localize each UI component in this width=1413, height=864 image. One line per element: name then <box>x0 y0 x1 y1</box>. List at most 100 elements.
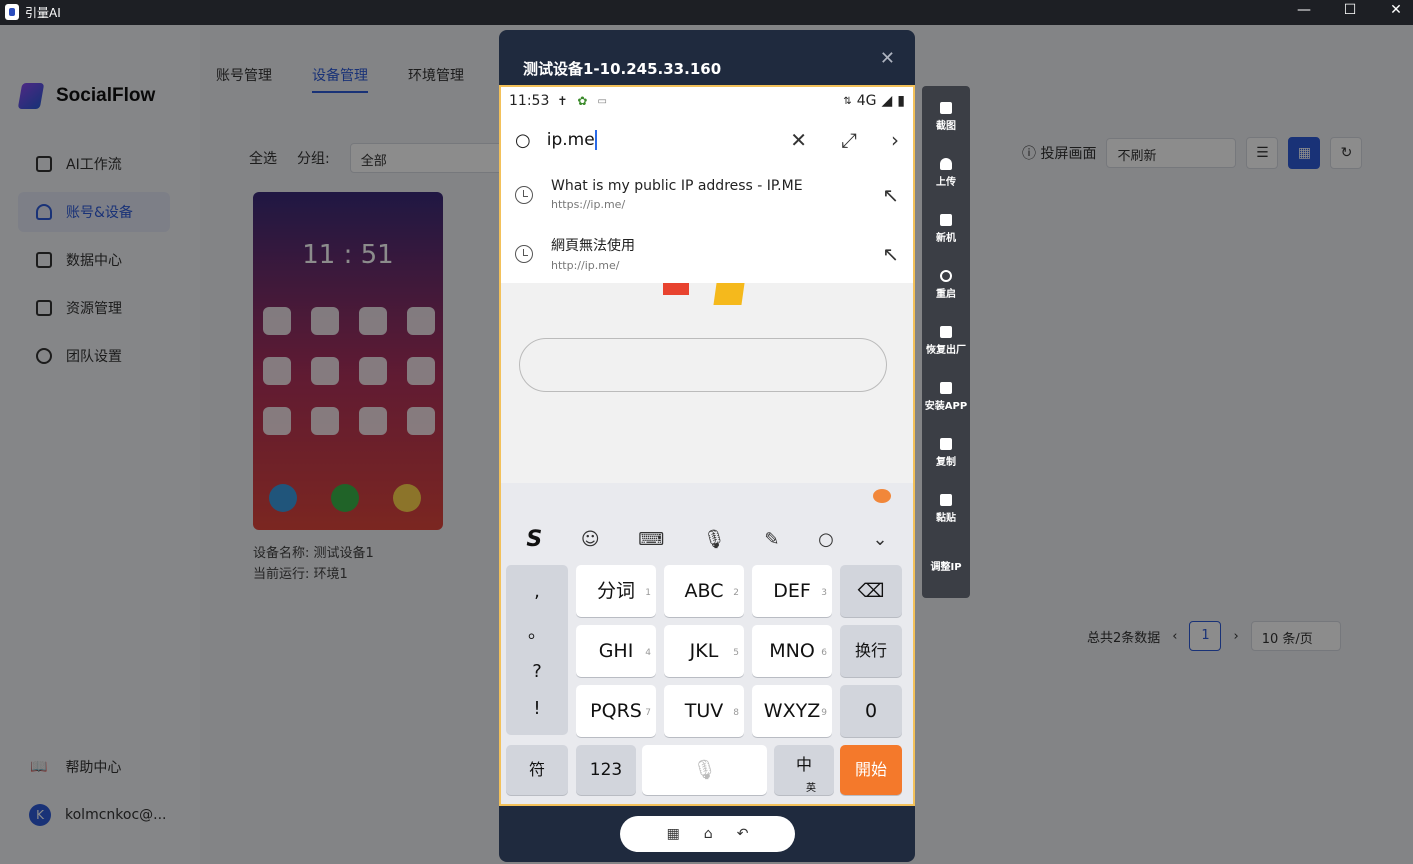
handwriting-icon[interactable]: ✎ <box>764 529 779 550</box>
space-key[interactable]: 🎙 <box>642 745 767 795</box>
factory-reset-button[interactable]: 恢复出厂 <box>922 326 970 356</box>
search-icon[interactable]: ○ <box>818 529 834 550</box>
clear-icon[interactable]: ✕ <box>790 128 807 152</box>
search-icon: ○ <box>515 129 531 151</box>
punct-key[interactable]: ? <box>506 661 568 682</box>
key-label: TUV <box>684 700 724 722</box>
backspace-icon: ⌫ <box>857 580 885 602</box>
signal-icon: ◢ <box>881 93 893 109</box>
phone-time: 11:53 <box>509 93 550 109</box>
battery-icon: ▮ <box>897 93 905 109</box>
key-6[interactable]: MNO 6 <box>752 625 832 677</box>
lang-primary: 中 <box>795 755 812 774</box>
back-icon[interactable]: ↶ <box>737 826 749 842</box>
recent-apps-icon[interactable]: ▦ <box>667 826 680 842</box>
close-icon[interactable]: ✕ <box>880 48 895 69</box>
suggestion-title: What is my public IP address - IP.ME <box>551 178 803 194</box>
suggestion-item[interactable]: 網頁無法使用 http://ip.me/ ↖ <box>501 224 913 283</box>
zero-key[interactable]: 0 <box>840 685 902 737</box>
key-number: 8 <box>733 708 739 718</box>
key-label: DEF <box>773 580 811 602</box>
punct-key[interactable]: , <box>506 581 568 602</box>
tool-label: 调整IP <box>930 562 962 573</box>
key-number: 4 <box>645 648 651 658</box>
key-number: 5 <box>733 648 739 658</box>
suggestion-item[interactable]: What is my public IP address - IP.ME htt… <box>501 165 913 224</box>
upload-button[interactable]: 上传 <box>922 158 970 188</box>
copy-button[interactable]: 复制 <box>922 438 970 468</box>
keyboard-status-icon: ▭ <box>597 95 607 107</box>
lang-secondary: 英 <box>806 783 816 794</box>
adjust-ip-button[interactable]: 调整IP <box>922 558 970 573</box>
android-icon: ✿ <box>577 94 588 108</box>
phone-nav-bar: ▦ ⌂ ↶ <box>620 816 795 852</box>
key-4[interactable]: GHI 4 <box>576 625 656 677</box>
symbols-key[interactable]: 符 <box>506 745 568 795</box>
fill-arrow-icon[interactable]: ↖ <box>882 242 899 266</box>
expand-icon[interactable]: ⤢ <box>841 128 857 152</box>
history-icon <box>515 244 533 263</box>
tool-label: 复制 <box>936 457 956 468</box>
microphone-icon: 🎙 <box>692 759 717 781</box>
key-label: WXYZ <box>763 700 821 722</box>
key-number: 3 <box>821 588 827 598</box>
mascot-icon[interactable] <box>873 489 891 503</box>
power-icon <box>940 270 952 282</box>
phone-screen[interactable]: 11:53 ✝ ✿ ▭ ⇅ 4G ◢ ▮ ○ ip.me ✕ ⤢ › What … <box>499 85 915 806</box>
suggestion-url: https://ip.me/ <box>551 198 626 211</box>
copy-icon <box>940 438 952 450</box>
paste-button[interactable]: 黏贴 <box>922 494 970 524</box>
screenshot-icon <box>940 102 952 114</box>
home-icon[interactable]: ⌂ <box>704 826 713 842</box>
keyboard-layout-icon[interactable]: ⌨ <box>638 529 664 550</box>
key-7[interactable]: PQRS 7 <box>576 685 656 737</box>
accessibility-icon: ✝ <box>557 94 568 108</box>
key-1[interactable]: 分词 1 <box>576 565 656 617</box>
key-2[interactable]: ABC 2 <box>664 565 744 617</box>
new-device-button[interactable]: 新机 <box>922 214 970 244</box>
page-search-box[interactable] <box>519 338 887 392</box>
punctuation-column[interactable]: , 。 ? ! <box>506 565 568 735</box>
search-input[interactable]: ip.me <box>547 130 597 150</box>
key-number: 1 <box>645 588 651 598</box>
text-caret <box>594 130 597 150</box>
modal-title: 测试设备1-10.245.33.160 <box>523 60 722 78</box>
upload-icon <box>940 158 952 170</box>
suggestion-title: 網頁無法使用 <box>551 238 635 254</box>
screenshot-button[interactable]: 截图 <box>922 102 970 132</box>
fill-arrow-icon[interactable]: ↖ <box>882 183 899 207</box>
emoji-icon[interactable]: ☺ <box>581 529 600 550</box>
microphone-icon[interactable]: 🎙 <box>703 529 726 550</box>
go-arrow-icon[interactable]: › <box>891 128 899 152</box>
newline-key[interactable]: 换行 <box>840 625 902 677</box>
key-label: PQRS <box>590 700 642 722</box>
backspace-key[interactable]: ⌫ <box>840 565 902 617</box>
numbers-key[interactable]: 123 <box>576 745 636 795</box>
ime-logo-icon[interactable]: S <box>526 527 542 552</box>
chevron-down-icon[interactable]: ⌄ <box>873 529 888 550</box>
key-9[interactable]: WXYZ 9 <box>752 685 832 737</box>
suggestion-url: http://ip.me/ <box>551 259 620 272</box>
tool-label: 上传 <box>936 177 956 188</box>
new-device-icon <box>940 214 952 226</box>
keyboard-toolbar: S ☺ ⌨ 🎙 ✎ ○ ⌄ <box>501 519 913 559</box>
minimize-button[interactable]: — <box>1281 0 1327 25</box>
page-logo-shape <box>713 283 745 305</box>
language-switch-key[interactable]: 中英 <box>774 745 834 795</box>
factory-reset-icon <box>940 326 952 338</box>
key-number: 2 <box>733 588 739 598</box>
go-key[interactable]: 開始 <box>840 745 902 795</box>
install-app-button[interactable]: 安装APP <box>922 382 970 412</box>
key-5[interactable]: JKL 5 <box>664 625 744 677</box>
maximize-button[interactable]: ☐ <box>1327 0 1373 25</box>
key-number: 7 <box>645 708 651 718</box>
key-8[interactable]: TUV 8 <box>664 685 744 737</box>
close-window-button[interactable]: ✕ <box>1373 0 1413 25</box>
key-3[interactable]: DEF 3 <box>752 565 832 617</box>
key-label: MNO <box>769 640 815 662</box>
reboot-button[interactable]: 重启 <box>922 270 970 300</box>
punct-key[interactable]: ! <box>506 698 568 719</box>
tool-label: 恢复出厂 <box>926 345 966 356</box>
punct-key[interactable]: 。 <box>506 618 568 644</box>
key-label: 分词 <box>596 580 635 602</box>
